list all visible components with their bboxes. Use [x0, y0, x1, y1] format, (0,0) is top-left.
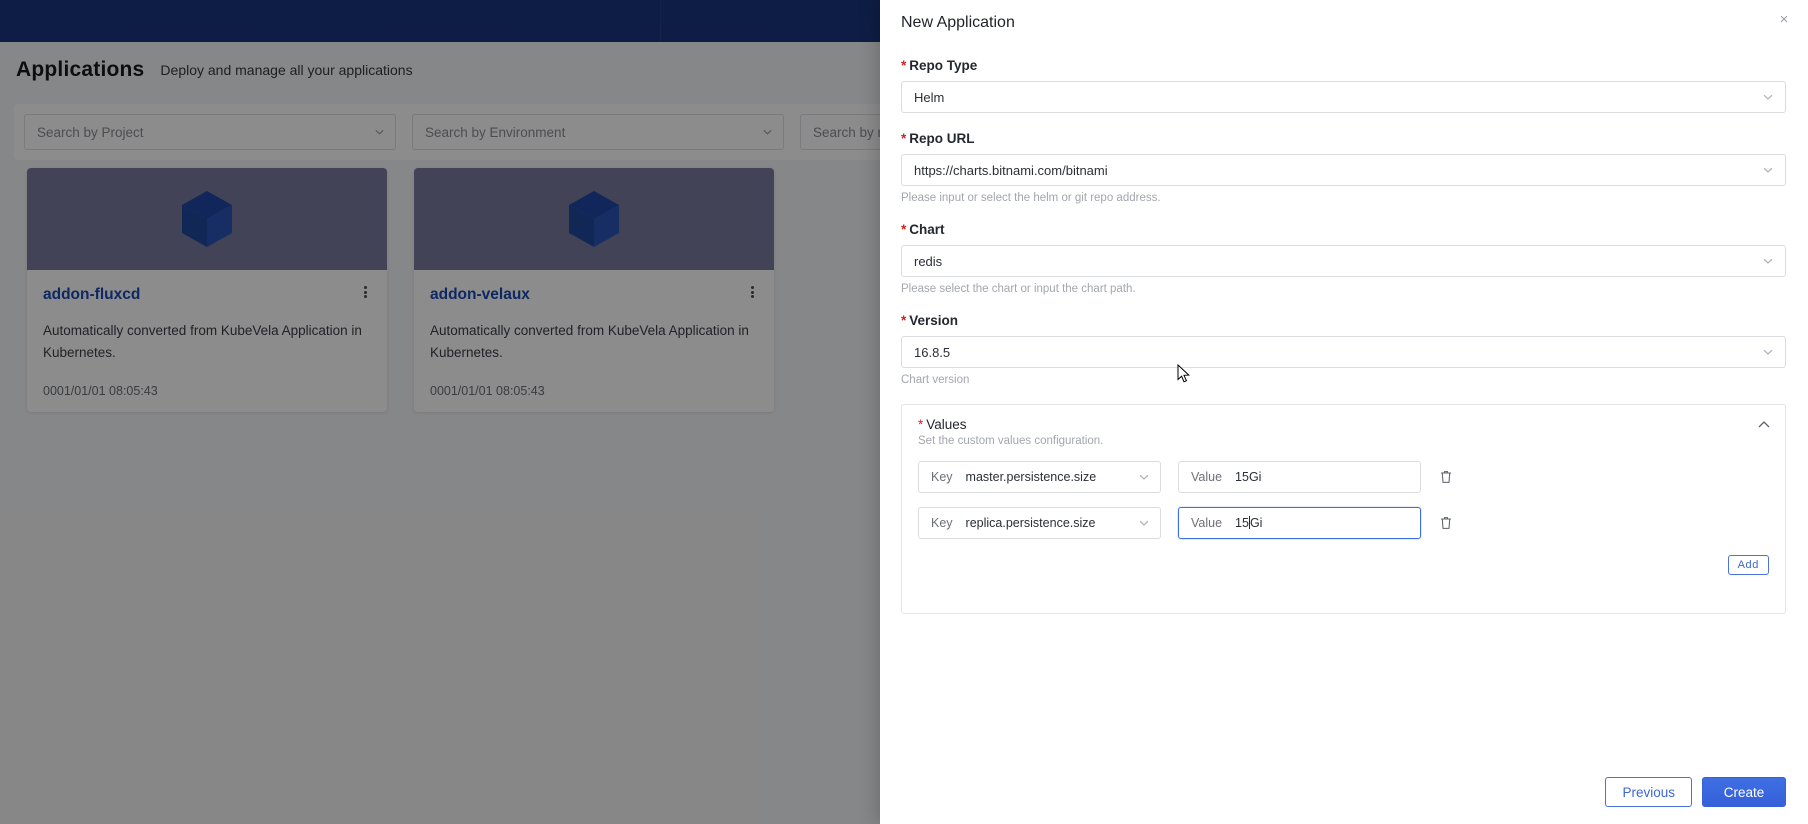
repo-type-label-text: Repo Type [909, 58, 977, 73]
previous-button[interactable]: Previous [1605, 777, 1692, 807]
values-row: Key replica.persistence.size Value 15Gi [918, 507, 1769, 539]
close-icon[interactable]: × [1776, 12, 1792, 28]
required-asterisk: * [918, 417, 923, 432]
repo-url-label: *Repo URL [901, 131, 1786, 146]
create-button[interactable]: Create [1702, 777, 1786, 807]
chevron-down-icon [1762, 91, 1774, 103]
version-value: 16.8.5 [914, 345, 950, 360]
value-key-select[interactable]: Key master.persistence.size [918, 461, 1161, 493]
version-label: *Version [901, 313, 1786, 328]
version-label-text: Version [909, 313, 958, 328]
value-tag-label: Value [1191, 470, 1222, 484]
chevron-down-icon [1138, 517, 1150, 529]
new-application-drawer: New Application × *Repo Type Helm *R [880, 0, 1808, 824]
value-key-text: master.persistence.size [966, 470, 1097, 484]
trash-icon[interactable] [1438, 469, 1454, 485]
value-tag-label: Value [1191, 516, 1222, 530]
value-text: 15Gi [1235, 470, 1261, 484]
chart-field: *Chart redis Please select the chart or … [901, 222, 1786, 295]
trash-icon[interactable] [1438, 515, 1454, 531]
required-asterisk: * [901, 58, 906, 73]
key-tag-label: Key [931, 516, 953, 530]
add-row: Add [918, 555, 1769, 575]
repo-url-help-text: Please input or select the helm or git r… [901, 192, 1786, 204]
value-text-focused: 15Gi [1235, 516, 1262, 530]
repo-url-value: https://charts.bitnami.com/bitnami [914, 163, 1108, 178]
value-input-focused[interactable]: Value 15Gi [1178, 507, 1421, 539]
required-asterisk: * [901, 131, 906, 146]
chevron-down-icon [1762, 346, 1774, 358]
required-asterisk: * [901, 222, 906, 237]
chart-label: *Chart [901, 222, 1786, 237]
repo-type-field: *Repo Type Helm [901, 58, 1786, 113]
values-panel: *Values Set the custom values configurat… [901, 404, 1786, 614]
key-tag-label: Key [931, 470, 953, 484]
drawer-header: New Application × [880, 0, 1808, 46]
value-key-text: replica.persistence.size [966, 516, 1096, 530]
version-select[interactable]: 16.8.5 [901, 336, 1786, 368]
screen: Applications Deploy and manage all your … [0, 0, 1808, 824]
repo-type-label: *Repo Type [901, 58, 1786, 73]
version-help-text: Chart version [901, 374, 1786, 386]
values-label: *Values [918, 417, 1769, 432]
required-asterisk: * [901, 313, 906, 328]
values-row: Key master.persistence.size Value 15Gi [918, 461, 1769, 493]
repo-url-select[interactable]: https://charts.bitnami.com/bitnami [901, 154, 1786, 186]
add-value-button[interactable]: Add [1728, 555, 1769, 575]
drawer-title: New Application [901, 14, 1015, 32]
repo-type-select[interactable]: Helm [901, 81, 1786, 113]
chevron-up-icon[interactable] [1757, 418, 1771, 432]
chevron-down-icon [1762, 164, 1774, 176]
value-key-select[interactable]: Key replica.persistence.size [918, 507, 1161, 539]
drawer-footer: Previous Create [880, 760, 1808, 824]
values-label-text: Values [926, 417, 966, 432]
chart-value: redis [914, 254, 942, 269]
mouse-cursor [1177, 364, 1191, 384]
chart-label-text: Chart [909, 222, 944, 237]
chart-help-text: Please select the chart or input the cha… [901, 283, 1786, 295]
chevron-down-icon [1138, 471, 1150, 483]
values-description: Set the custom values configuration. [918, 435, 1769, 447]
repo-url-field: *Repo URL https://charts.bitnami.com/bit… [901, 131, 1786, 204]
repo-type-value: Helm [914, 90, 944, 105]
chart-select[interactable]: redis [901, 245, 1786, 277]
value-input[interactable]: Value 15Gi [1178, 461, 1421, 493]
chevron-down-icon [1762, 255, 1774, 267]
repo-url-label-text: Repo URL [909, 131, 974, 146]
version-field: *Version 16.8.5 Chart version [901, 313, 1786, 386]
drawer-body: *Repo Type Helm *Repo URL https://charts… [880, 46, 1808, 760]
